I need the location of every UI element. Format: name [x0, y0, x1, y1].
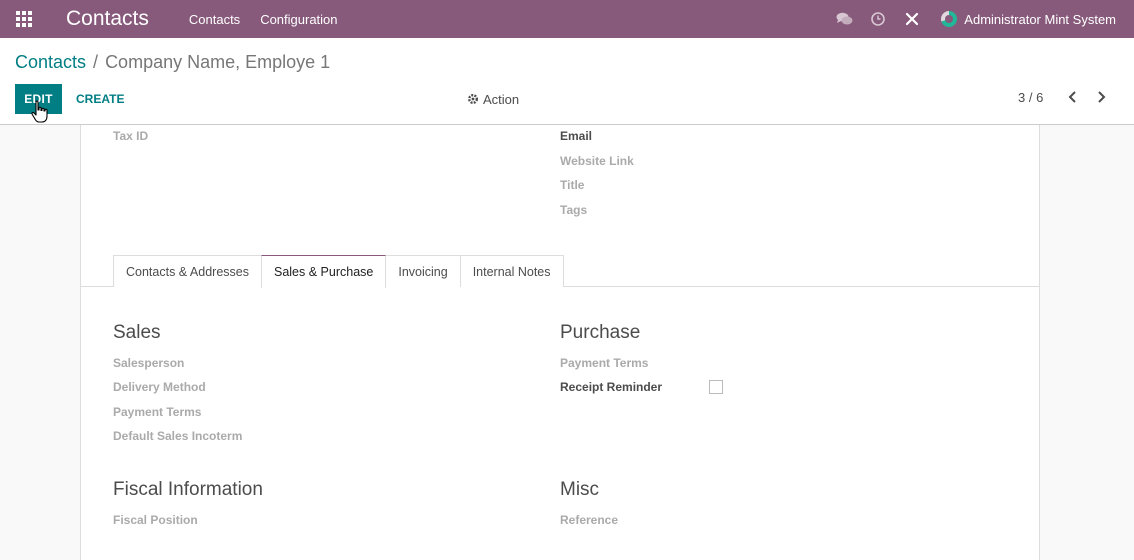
control-panel: Contacts / Company Name, Employe 1 EDIT … — [0, 38, 1134, 125]
notebook-tabs: Contacts & Addresses Sales & Purchase In… — [113, 255, 564, 288]
pager-value[interactable]: 3 / 6 — [1018, 90, 1043, 105]
app-brand[interactable]: Contacts — [66, 7, 149, 31]
user-menu[interactable]: Administrator Mint System — [941, 11, 1116, 27]
field-label-reference: Reference — [560, 513, 619, 527]
group-title-purchase: Purchase — [560, 322, 641, 343]
pager-next-button[interactable] — [1092, 88, 1110, 106]
edit-button[interactable]: EDIT — [15, 84, 62, 114]
chevron-left-icon — [1068, 91, 1076, 103]
field-label-receipt-reminder: Receipt Reminder — [560, 380, 663, 394]
field-label-tax-id: Tax ID — [113, 129, 149, 143]
user-avatar — [941, 11, 958, 27]
main-menu: Contacts Configuration — [179, 12, 348, 27]
field-label-website: Website Link — [560, 154, 634, 168]
clock-icon[interactable] — [861, 0, 895, 38]
create-button[interactable]: CREATE — [70, 84, 130, 114]
tab-internal-notes[interactable]: Internal Notes — [459, 255, 564, 287]
menu-item-contacts[interactable]: Contacts — [179, 12, 250, 27]
tab-invoicing[interactable]: Invoicing — [385, 255, 461, 287]
tools-icon[interactable] — [895, 0, 929, 38]
menu-item-configuration[interactable]: Configuration — [250, 12, 347, 27]
apps-grid-icon[interactable] — [0, 0, 48, 38]
chevron-right-icon — [1098, 91, 1106, 103]
pager-previous-button[interactable] — [1064, 88, 1082, 106]
tab-contacts-addresses[interactable]: Contacts & Addresses — [113, 255, 262, 287]
breadcrumb-current: Company Name, Employe 1 — [105, 52, 331, 72]
form-sheet: Tax ID Email Website Link Title Tags Con… — [80, 125, 1040, 560]
top-navbar: Contacts Contacts Configuration Administ… — [0, 0, 1134, 38]
group-title-fiscal: Fiscal Information — [113, 479, 263, 500]
chat-icon[interactable] — [827, 0, 861, 38]
field-label-title: Title — [560, 178, 585, 192]
action-label: Action — [483, 91, 520, 107]
receipt-reminder-checkbox[interactable] — [709, 380, 723, 394]
field-label-payment-terms-sales: Payment Terms — [113, 405, 202, 419]
field-label-delivery-method: Delivery Method — [113, 380, 206, 394]
navbar-systray: Administrator Mint System — [827, 0, 1116, 38]
action-dropdown[interactable]: Action — [467, 84, 519, 114]
breadcrumb: Contacts / Company Name, Employe 1 — [15, 52, 330, 73]
user-name: Administrator Mint System — [964, 11, 1116, 27]
field-label-sales-incoterm: Default Sales Incoterm — [113, 429, 243, 443]
field-label-email: Email — [560, 129, 593, 143]
gear-icon — [467, 93, 479, 105]
field-label-fiscal-position: Fiscal Position — [113, 513, 198, 527]
tab-sales-purchase[interactable]: Sales & Purchase — [260, 255, 387, 288]
field-label-payment-terms-purchase: Payment Terms — [560, 356, 649, 370]
field-label-salesperson: Salesperson — [113, 356, 185, 370]
field-label-tags: Tags — [560, 203, 588, 217]
breadcrumb-contacts-link[interactable]: Contacts — [15, 52, 86, 73]
breadcrumb-separator: / — [93, 52, 99, 72]
group-title-sales: Sales — [113, 322, 161, 343]
group-title-misc: Misc — [560, 479, 600, 500]
